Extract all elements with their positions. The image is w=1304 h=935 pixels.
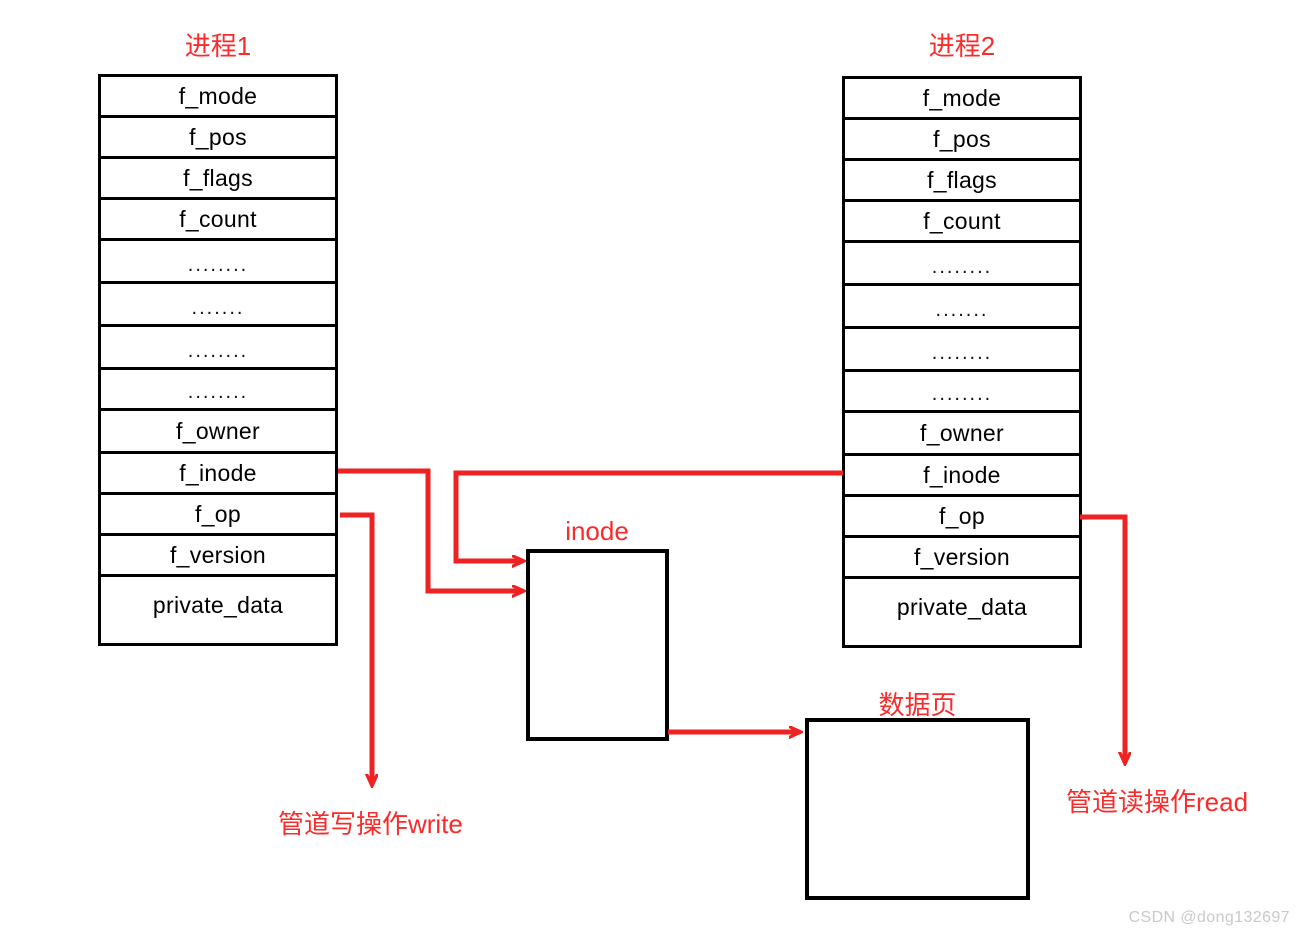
process1-row-ellipsis-4: ........ [101, 241, 335, 284]
process1-row-ellipsis-7: ........ [101, 370, 335, 411]
process2-row-ellipsis-4: ........ [845, 243, 1079, 286]
process1-file-struct: f_mode f_pos f_flags f_count...............… [98, 74, 338, 646]
process2-row-f_op: f_op [845, 497, 1079, 538]
process2-row-ellipsis-7: ........ [845, 372, 1079, 413]
inode-label: inode [565, 516, 629, 546]
process1-row-f_mode: f_mode [101, 77, 335, 118]
process2-title: 进程2 [928, 31, 996, 61]
process2-row-f_pos: f_pos [845, 120, 1079, 161]
process2-row-f_inode: f_inode [845, 456, 1079, 497]
process2-row-f_owner: f_owner [845, 413, 1079, 456]
process2-file-struct: f_mode f_pos f_flags f_count...............… [842, 76, 1082, 648]
data-page-label: 数据页 [878, 690, 957, 720]
process1-row-f_flags: f_flags [101, 159, 335, 200]
process1-row-f_inode: f_inode [101, 454, 335, 495]
process2-row-f_count: f_count [845, 202, 1079, 243]
process1-row-f_op: f_op [101, 495, 335, 536]
process1-row-f_pos: f_pos [101, 118, 335, 159]
watermark: CSDN @dong132697 [1128, 909, 1290, 926]
process2-row-ellipsis-6: ........ [845, 329, 1079, 372]
diagram-canvas: 进程1 进程2 f_mode f_pos f_flags f_count.......… [0, 0, 1304, 935]
process1-row-ellipsis-5: ....... [101, 284, 335, 327]
process1-row-f_count: f_count [101, 200, 335, 241]
process1-row-f_version: f_version [101, 536, 335, 577]
inode-box [526, 549, 669, 741]
wire-p1-op-to-write [340, 512, 372, 785]
process1-row-ellipsis-6: ........ [101, 327, 335, 370]
process2-row-private_data: private_data [896, 593, 1028, 620]
data-page-box [805, 718, 1030, 900]
pipe-read-label: 管道读操作read [1066, 787, 1249, 817]
wire-p2-op-to-read [1080, 514, 1125, 763]
process2-row-f_flags: f_flags [845, 161, 1079, 202]
pipe-write-label: 管道写操作write [278, 809, 463, 839]
wire-p1-inode-to-inode [338, 468, 523, 591]
process1-title: 进程1 [184, 31, 252, 61]
process2-row-ellipsis-5: ....... [845, 286, 1079, 329]
process1-row-f_owner: f_owner [101, 411, 335, 454]
process2-row-f_version: f_version [845, 538, 1079, 579]
process1-row-private_data: private_data [152, 591, 284, 618]
process2-row-f_mode: f_mode [845, 79, 1079, 120]
